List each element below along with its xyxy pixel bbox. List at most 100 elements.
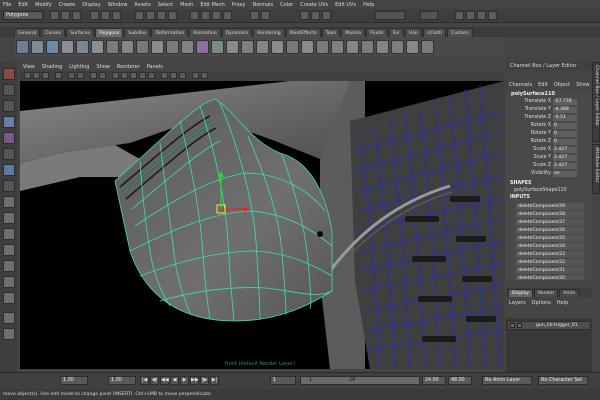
- poly-plane-icon[interactable]: [76, 40, 89, 54]
- menu-color[interactable]: Color: [280, 2, 293, 8]
- attr-row[interactable]: Rotate Y0: [506, 131, 592, 138]
- current-frame-field[interactable]: 1.00: [108, 376, 136, 385]
- bridge-icon[interactable]: [271, 40, 284, 54]
- hud-icon[interactable]: [201, 72, 208, 79]
- outliner-layout-icon[interactable]: [3, 244, 15, 256]
- scale-tool-icon[interactable]: [3, 148, 15, 160]
- xray-icon[interactable]: [170, 72, 177, 79]
- manipulator-icon[interactable]: [3, 164, 15, 176]
- playback-end-field[interactable]: 48.00: [448, 376, 472, 385]
- mask-uv-icon[interactable]: [168, 11, 177, 20]
- menu-file[interactable]: File: [3, 2, 11, 8]
- snap-grid-icon[interactable]: [190, 11, 199, 20]
- menu-create-uvs[interactable]: Create UVs: [300, 2, 328, 8]
- camera-attributes-icon[interactable]: [42, 72, 49, 79]
- sculpt-geometry-icon[interactable]: [421, 40, 434, 54]
- layer-tab-render[interactable]: Render: [533, 289, 559, 297]
- menu-mesh[interactable]: Mesh: [180, 2, 193, 8]
- channel-menu-channels[interactable]: Channels: [509, 82, 532, 88]
- input-node[interactable]: deleteComponent38: [516, 211, 584, 218]
- grid-toggle-icon[interactable]: [77, 72, 84, 79]
- use-lights-icon[interactable]: [148, 72, 155, 79]
- menu-display[interactable]: Display: [82, 2, 100, 8]
- range-start-field[interactable]: 1: [270, 376, 296, 385]
- step-back-key-button[interactable]: ◀|: [150, 376, 159, 385]
- attr-value[interactable]: 2.427: [553, 147, 577, 153]
- attr-row[interactable]: Translate X -57.776: [506, 99, 592, 106]
- layer-tab-display[interactable]: Display: [508, 289, 533, 297]
- menu-modify[interactable]: Modify: [35, 2, 52, 8]
- channel-menu-object[interactable]: Object: [554, 82, 570, 88]
- attribute-editor-side-tab[interactable]: Attribute Editor: [592, 144, 600, 194]
- go-to-end-button[interactable]: ▶|: [210, 376, 219, 385]
- select-tool-icon[interactable]: [3, 68, 15, 80]
- attr-value[interactable]: 0: [553, 131, 577, 137]
- attr-row[interactable]: Translate Y -4.368: [506, 107, 592, 114]
- extrude-icon[interactable]: [256, 40, 269, 54]
- shelf-tab-polygons[interactable]: Polygons: [94, 28, 124, 37]
- shelf-tab-curves[interactable]: Curves: [41, 28, 66, 37]
- attr-value[interactable]: on: [553, 171, 577, 177]
- menu-help[interactable]: Help: [363, 2, 374, 8]
- range-slider[interactable]: 1 24: [300, 376, 420, 385]
- move-tool-icon[interactable]: [3, 116, 15, 128]
- render-frame-icon[interactable]: [300, 11, 309, 20]
- snap-curve-icon[interactable]: [201, 11, 210, 20]
- rotate-tool-icon[interactable]: [3, 132, 15, 144]
- poly-cube-icon[interactable]: [31, 40, 44, 54]
- input-node[interactable]: deleteComponent36: [516, 227, 584, 234]
- menu-set-dropdown[interactable]: Polygons: [3, 11, 43, 20]
- mask-face-icon[interactable]: [157, 11, 166, 20]
- four-view-layout-icon[interactable]: [3, 212, 15, 224]
- soften-edge-icon[interactable]: [361, 40, 374, 54]
- select-component-icon[interactable]: [112, 11, 121, 20]
- shelf-tab-subdivs[interactable]: Subdivs: [124, 28, 151, 37]
- uv-editor-icon[interactable]: [406, 40, 419, 54]
- history-icon[interactable]: [250, 11, 259, 20]
- step-forward-frame-button[interactable]: ▶▶: [190, 376, 199, 385]
- layer-menu-options[interactable]: Options: [532, 300, 551, 306]
- attr-value[interactable]: 2.427: [553, 155, 577, 161]
- input-node[interactable]: deleteComponent35: [516, 235, 584, 242]
- snap-plane-icon[interactable]: [223, 11, 232, 20]
- persp-outliner-layout-icon[interactable]: [3, 312, 15, 324]
- poly-cylinder-icon[interactable]: [46, 40, 59, 54]
- input-node[interactable]: deleteComponent34: [516, 243, 584, 250]
- image-plane-icon[interactable]: [68, 72, 75, 79]
- input-line-field[interactable]: [375, 11, 405, 20]
- select-object-icon[interactable]: [101, 11, 110, 20]
- tool-settings-toggle-icon[interactable]: [477, 11, 486, 20]
- panel-menu-show[interactable]: Show: [96, 64, 110, 70]
- shelf-tab-surfaces[interactable]: Surfaces: [66, 28, 94, 37]
- channel-box-side-tab[interactable]: Channel Box / Layer Editor: [592, 62, 600, 142]
- anim-layer-dropdown[interactable]: No Anim Layer: [482, 376, 532, 385]
- extract-icon[interactable]: [136, 40, 149, 54]
- hypershade-layout-icon[interactable]: [3, 276, 15, 288]
- fill-hole-icon[interactable]: [331, 40, 344, 54]
- layer-name[interactable]: gun_lib:trigger_01: [536, 322, 578, 330]
- last-tool-icon[interactable]: [3, 180, 15, 192]
- boolean-union-icon[interactable]: [151, 40, 164, 54]
- isolate-select-icon[interactable]: [192, 72, 199, 79]
- channel-menu-show[interactable]: Show: [576, 82, 590, 88]
- textured-icon[interactable]: [139, 72, 146, 79]
- lasso-tool-icon[interactable]: [3, 84, 15, 96]
- layer-tab-anim[interactable]: Anim: [559, 289, 580, 297]
- shelf-tab-deformation[interactable]: Deformation: [151, 28, 189, 37]
- channel-menu-edit[interactable]: Edit: [538, 82, 548, 88]
- menu-edit[interactable]: Edit: [18, 2, 28, 8]
- panel-menu-panels[interactable]: Panels: [147, 64, 163, 70]
- attr-row[interactable]: Scale Z 2.427: [506, 163, 592, 170]
- selected-object-name[interactable]: polySurface110: [511, 91, 555, 97]
- sidebar-toggle-icon[interactable]: [455, 11, 464, 20]
- input-node[interactable]: deleteComponent32: [516, 259, 584, 266]
- graph-editor-layout-icon[interactable]: [3, 260, 15, 272]
- attr-value[interactable]: 2.427: [553, 163, 577, 169]
- attr-value[interactable]: -4.368: [553, 107, 577, 113]
- shelf-tab-toon[interactable]: Toon: [321, 28, 341, 37]
- menu-normals[interactable]: Normals: [252, 2, 273, 8]
- input-ops-icon[interactable]: [261, 11, 270, 20]
- shelf-tab-muscle[interactable]: Muscle: [341, 28, 366, 37]
- menu-select[interactable]: Select: [158, 2, 173, 8]
- uv-layout-icon[interactable]: [3, 292, 15, 304]
